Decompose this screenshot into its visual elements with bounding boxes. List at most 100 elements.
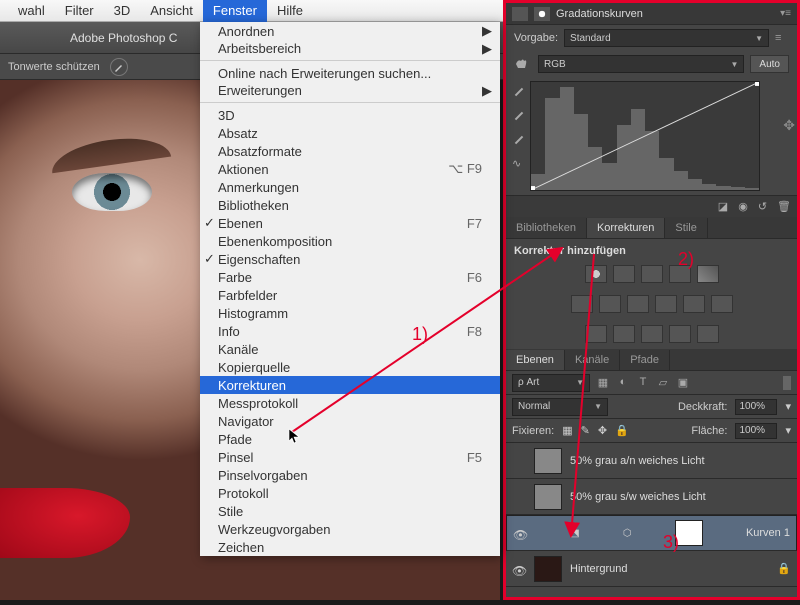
layer-thumbnail[interactable]: [534, 484, 562, 510]
lock-paint-icon[interactable]: ✎: [581, 424, 590, 437]
menu-item-anmerkungen[interactable]: Anmerkungen: [200, 178, 500, 196]
filter-pixel-icon[interactable]: ▦: [596, 376, 610, 390]
brightness-icon[interactable]: [585, 265, 607, 283]
visibility-icon[interactable]: [512, 492, 526, 502]
vibrance-icon[interactable]: [697, 265, 719, 283]
menubar-item-hilfe[interactable]: Hilfe: [267, 0, 313, 22]
menu-item-stile[interactable]: Stile: [200, 502, 500, 520]
layer-thumbnail[interactable]: [534, 556, 562, 582]
tab-korrekturen[interactable]: Korrekturen: [587, 218, 665, 238]
menu-item-pfade[interactable]: Pfade: [200, 430, 500, 448]
blend-mode-select[interactable]: Normal▼: [512, 398, 608, 416]
menu-item-online-nach-erweiterungen-suchen-[interactable]: Online nach Erweiterungen suchen...: [200, 64, 500, 82]
opacity-stepper[interactable]: ▾: [785, 400, 791, 413]
lock-pixels-icon[interactable]: ▦: [562, 424, 572, 437]
auto-button[interactable]: Auto: [750, 55, 789, 73]
filter-type-icon[interactable]: T: [636, 376, 650, 390]
hand-icon[interactable]: [514, 56, 532, 73]
channelmixer-icon[interactable]: [683, 295, 705, 313]
menu-item-anordnen[interactable]: Anordnen▶: [200, 22, 500, 40]
levels-icon[interactable]: [613, 265, 635, 283]
tab-pfade[interactable]: Pfade: [620, 350, 670, 370]
curves-graph[interactable]: [530, 81, 760, 191]
filter-kind-select[interactable]: ρ Art▼: [512, 374, 590, 392]
menubar-item-filter[interactable]: Filter: [55, 0, 104, 22]
filter-shape-icon[interactable]: ▱: [656, 376, 670, 390]
exposure-icon[interactable]: [669, 265, 691, 283]
menu-item-ebenen[interactable]: ✓EbenenF7: [200, 214, 500, 232]
menu-item-pinsel[interactable]: PinselF5: [200, 448, 500, 466]
layer-name[interactable]: 50% grau a/n weiches Licht: [570, 455, 705, 467]
menubar-item-fenster[interactable]: Fenster: [203, 0, 267, 22]
lock-all-icon[interactable]: 🔒: [615, 424, 629, 437]
menu-item-werkzeugvorgaben[interactable]: Werkzeugvorgaben: [200, 520, 500, 538]
filter-smart-icon[interactable]: ▣: [676, 376, 690, 390]
layer-row[interactable]: 👁Hintergrund🔒: [506, 551, 797, 587]
fill-input[interactable]: 100%: [735, 423, 777, 439]
layer-name[interactable]: Kurven 1: [746, 527, 790, 539]
menu-item-kopierquelle[interactable]: Kopierquelle: [200, 358, 500, 376]
menu-item-bibliotheken[interactable]: Bibliotheken: [200, 196, 500, 214]
layer-name[interactable]: Hintergrund: [570, 563, 627, 575]
filter-adj-icon[interactable]: ◐: [616, 376, 630, 390]
menu-item-protokoll[interactable]: Protokoll: [200, 484, 500, 502]
eyedropper-gray-icon[interactable]: [512, 109, 526, 123]
fill-stepper[interactable]: ▾: [785, 424, 791, 437]
gradientmap-icon[interactable]: [669, 325, 691, 343]
menu-item-pinselvorgaben[interactable]: Pinselvorgaben: [200, 466, 500, 484]
menubar-item-3d[interactable]: 3D: [104, 0, 141, 22]
layer-row[interactable]: 50% grau a/n weiches Licht: [506, 443, 797, 479]
panel-menu-icon[interactable]: ≡: [775, 32, 789, 44]
invert-icon[interactable]: [585, 325, 607, 343]
menu-item-korrekturen[interactable]: Korrekturen: [200, 376, 500, 394]
visibility-icon[interactable]: 👁: [513, 528, 527, 538]
clip-icon[interactable]: ◪: [718, 200, 728, 213]
layer-thumbnail[interactable]: [675, 520, 703, 546]
hue-icon[interactable]: [571, 295, 593, 313]
menu-item-zeichen[interactable]: Zeichen: [200, 538, 500, 556]
layer-name[interactable]: 50% grau s/w weiches Licht: [570, 491, 706, 503]
selectivecolor-icon[interactable]: [697, 325, 719, 343]
layer-row[interactable]: 👁⬔⬡Kurven 1: [506, 515, 797, 551]
tab-stile[interactable]: Stile: [665, 218, 707, 238]
eyedropper-black-icon[interactable]: [512, 85, 526, 99]
menubar-item-ansicht[interactable]: Ansicht: [140, 0, 203, 22]
colorbalance-icon[interactable]: [599, 295, 621, 313]
visibility-icon[interactable]: 👁: [512, 564, 526, 574]
menu-item-messprotokoll[interactable]: Messprotokoll: [200, 394, 500, 412]
posterize-icon[interactable]: [613, 325, 635, 343]
tab-kanäle[interactable]: Kanäle: [565, 350, 620, 370]
tab-ebenen[interactable]: Ebenen: [506, 350, 565, 370]
filter-toggle[interactable]: [783, 376, 791, 390]
trash-icon[interactable]: 🗑: [777, 200, 791, 213]
tab-bibliotheken[interactable]: Bibliotheken: [506, 218, 587, 238]
channel-select[interactable]: RGB▼: [538, 55, 744, 73]
brush-icon[interactable]: [110, 58, 128, 76]
menu-item-3d[interactable]: 3D: [200, 106, 500, 124]
lock-position-icon[interactable]: ✥: [598, 424, 607, 437]
reset-icon[interactable]: ↺: [758, 200, 767, 213]
menubar-item-wahl[interactable]: wahl: [8, 0, 55, 22]
menu-item-info[interactable]: InfoF8: [200, 322, 500, 340]
colorlookup-icon[interactable]: [711, 295, 733, 313]
preset-select[interactable]: Standard▼: [564, 29, 769, 47]
menu-item-arbeitsbereich[interactable]: Arbeitsbereich▶: [200, 40, 500, 61]
toggle-visibility-icon[interactable]: ◉: [738, 200, 748, 213]
menu-item-farbe[interactable]: FarbeF6: [200, 268, 500, 286]
menu-item-erweiterungen[interactable]: Erweiterungen▶: [200, 82, 500, 103]
threshold-icon[interactable]: [641, 325, 663, 343]
bw-icon[interactable]: [627, 295, 649, 313]
menu-item-histogramm[interactable]: Histogramm: [200, 304, 500, 322]
opacity-input[interactable]: 100%: [735, 399, 777, 415]
menu-item-absatzformate[interactable]: Absatzformate: [200, 142, 500, 160]
menu-item-eigenschaften[interactable]: ✓Eigenschaften: [200, 250, 500, 268]
layer-row[interactable]: 50% grau s/w weiches Licht: [506, 479, 797, 515]
curves-adj-icon[interactable]: [641, 265, 663, 283]
menu-item-navigator[interactable]: Navigator: [200, 412, 500, 430]
eyedropper-white-icon[interactable]: [512, 133, 526, 147]
edit-points-icon[interactable]: ∿: [512, 157, 526, 170]
photofilter-icon[interactable]: [655, 295, 677, 313]
visibility-icon[interactable]: [512, 456, 526, 466]
layer-thumbnail[interactable]: [534, 448, 562, 474]
menu-item-farbfelder[interactable]: Farbfelder: [200, 286, 500, 304]
